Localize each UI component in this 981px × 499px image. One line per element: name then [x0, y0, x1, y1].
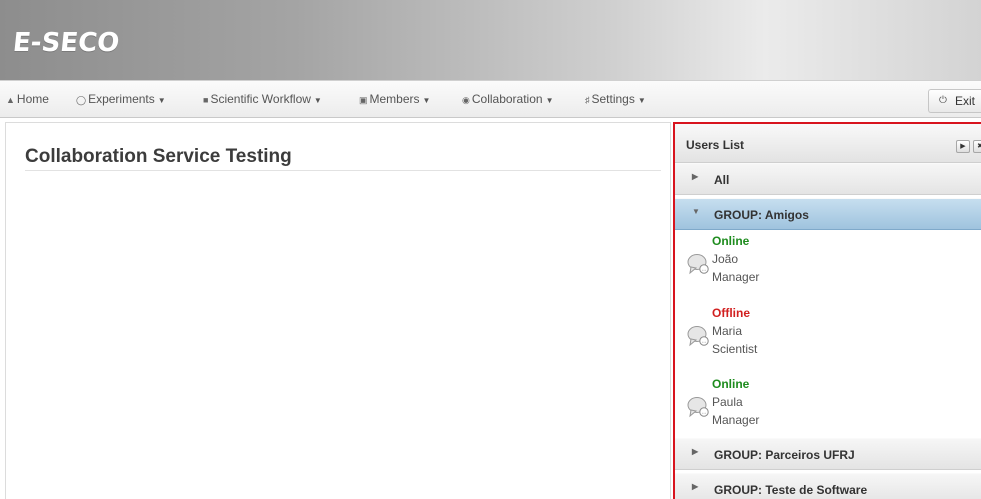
group-all[interactable]: ▶ All	[675, 163, 981, 195]
nav-settings-label: Settings	[591, 92, 635, 106]
chevron-down-icon: ▼	[545, 96, 554, 105]
group-parceiros-label: GROUP: Parceiros UFRJ	[714, 448, 855, 462]
close-icon: ✖	[977, 143, 981, 150]
user-name: Paula	[712, 395, 743, 409]
caret-down-icon: ▼	[692, 207, 700, 216]
nav-members[interactable]: ▣ Members ▼	[359, 92, 430, 106]
chevron-down-icon: ▼	[637, 96, 646, 105]
main-content	[5, 122, 671, 499]
users-list-title: Users List	[686, 138, 745, 152]
exit-label: Exit	[955, 94, 976, 108]
caret-right-icon: ▶	[692, 482, 699, 491]
chat-icon: ◉	[462, 95, 470, 105]
svg-text:…: …	[702, 339, 707, 345]
nav-collaboration[interactable]: ◉ Collaboration ▼	[462, 92, 554, 106]
user-status: Offline	[712, 306, 750, 320]
home-icon: ▲	[6, 95, 15, 105]
expand-panel-button[interactable]: ▶	[956, 140, 970, 153]
group-teste-de-software[interactable]: ▶ GROUP: Teste de Software	[675, 473, 981, 499]
nav-scientific-workflow-label: Scientific Workflow	[210, 92, 311, 106]
chat-bubble-icon: …	[687, 326, 709, 347]
group-all-label: All	[714, 173, 730, 187]
user-role: Scientist	[712, 342, 758, 356]
users-list-header: Users List ▶ ✖	[675, 124, 981, 163]
group-amigos[interactable]: ▼ GROUP: Amigos	[675, 198, 981, 230]
svg-text:…: …	[702, 267, 707, 273]
wrench-icon: ♯	[585, 95, 590, 105]
title-divider	[25, 170, 661, 171]
chat-bubble-icon: …	[687, 254, 709, 275]
chat-bubble-icon: …	[687, 397, 709, 418]
nav-experiments-label: Experiments	[88, 92, 155, 106]
chevron-down-icon: ▼	[422, 96, 431, 105]
group-teste-label: GROUP: Teste de Software	[714, 483, 868, 497]
exit-button[interactable]: ⏻ Exit	[928, 89, 981, 113]
workflow-icon: ■	[203, 95, 209, 105]
nav-home-label: Home	[16, 92, 49, 106]
nav-experiments[interactable]: ◯ Experiments ▼	[76, 92, 166, 106]
main-navbar: ▲ Home ◯ Experiments ▼ ■ Scientific Workflow…	[0, 80, 981, 118]
user-status: Online	[712, 234, 750, 248]
caret-right-icon: ▶	[960, 143, 966, 150]
users-list-panel: Users List ▶ ✖ ▶ All ▼ GROUP: Amigos … O…	[673, 122, 981, 499]
nav-collaboration-label: Collaboration	[471, 92, 543, 106]
user-role: Manager	[712, 413, 760, 427]
app-logo[interactable]: E-SECO	[11, 28, 120, 58]
user-entry-paula[interactable]: … Online Paula Manager	[675, 374, 981, 440]
header-banner: E-SECO	[0, 0, 981, 80]
svg-text:…: …	[702, 410, 707, 416]
members-icon: ▣	[359, 95, 368, 105]
chevron-down-icon: ▼	[157, 96, 166, 105]
caret-right-icon: ▶	[692, 447, 699, 456]
nav-members-label: Members	[369, 92, 420, 106]
page-title: Collaboration Service Testing	[25, 146, 292, 167]
power-icon: ⏻	[939, 95, 947, 106]
nav-scientific-workflow[interactable]: ■ Scientific Workflow ▼	[203, 92, 322, 106]
user-entry-maria[interactable]: … Offline Maria Scientist	[675, 303, 981, 369]
group-amigos-label: GROUP: Amigos	[714, 208, 809, 222]
nav-home[interactable]: ▲ Home	[6, 92, 49, 106]
user-name: Maria	[712, 324, 743, 338]
group-parceiros-ufrj[interactable]: ▶ GROUP: Parceiros UFRJ	[675, 438, 981, 470]
caret-right-icon: ▶	[692, 172, 699, 181]
lightbulb-icon: ◯	[76, 95, 87, 105]
close-panel-button[interactable]: ✖	[973, 140, 981, 153]
nav-settings[interactable]: ♯ Settings ▼	[585, 92, 646, 106]
chevron-down-icon: ▼	[313, 96, 322, 105]
user-entry-joao[interactable]: … Online João Manager	[675, 231, 981, 297]
user-status: Online	[712, 377, 750, 391]
user-name: João	[712, 252, 739, 266]
user-role: Manager	[712, 270, 760, 284]
